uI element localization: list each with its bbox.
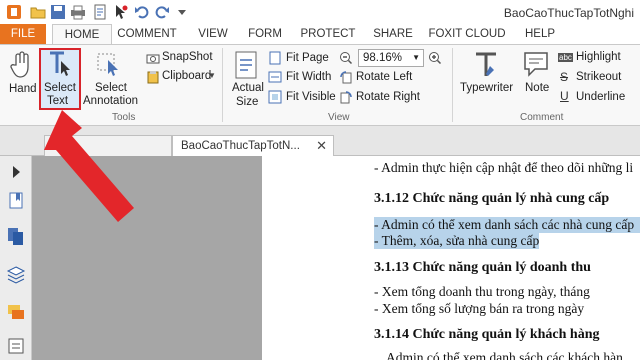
tools-group-label: Tools xyxy=(112,112,136,123)
new-doc-icon[interactable] xyxy=(92,4,108,20)
page-text-line: Admin có thể xem danh sách các khách hàn xyxy=(386,350,623,360)
ribbon-separator xyxy=(222,48,223,122)
note-label: Note xyxy=(525,82,550,94)
zoom-dropdown-icon: ▼ xyxy=(412,53,420,62)
ribbon-tabs: FILE HOME COMMENT VIEW FORM PROTECT SHAR… xyxy=(0,24,640,45)
document-tabs: Star BaoCaoThucTapTotN... ✕ xyxy=(0,126,640,156)
fit-width-icon xyxy=(268,71,282,83)
cursor-icon[interactable] xyxy=(112,4,128,20)
select-text-label-2: Text xyxy=(47,95,69,107)
tab-document[interactable]: BaoCaoThucTapTotN... ✕ xyxy=(172,135,334,156)
tab-help[interactable]: HELP xyxy=(520,24,560,44)
note-icon xyxy=(524,52,548,77)
select-text-label-1: Select xyxy=(44,82,76,94)
section-heading: 3.1.14 Chức năng quản lý khách hàng xyxy=(374,327,600,342)
bookmark-icon[interactable] xyxy=(6,190,26,210)
app-logo-icon xyxy=(7,5,21,19)
print-icon[interactable] xyxy=(70,4,86,20)
tab-home[interactable]: HOME xyxy=(52,24,112,45)
page-workspace[interactable] xyxy=(32,156,262,360)
document-page[interactable]: - Admin thực hiện cập nhật để theo dõi n… xyxy=(262,156,640,360)
underline-icon: U xyxy=(560,89,569,103)
undo-icon[interactable] xyxy=(134,4,150,20)
fit-width-label: Fit Width xyxy=(286,71,332,83)
open-folder-icon[interactable] xyxy=(30,4,46,20)
save-icon[interactable] xyxy=(50,4,66,20)
select-annotation-label-1: Select xyxy=(95,82,127,94)
ribbon-separator xyxy=(452,48,453,122)
layers-icon[interactable] xyxy=(6,264,26,284)
typewriter-icon xyxy=(476,52,496,76)
window-title: BaoCaoThucTapTotNghi xyxy=(503,6,634,20)
snapshot-label: SnapShot xyxy=(162,51,213,63)
clipboard-label: Clipboard xyxy=(162,70,212,82)
comments-icon[interactable] xyxy=(6,302,26,322)
view-group-label: View xyxy=(328,112,350,123)
dropdown-icon[interactable] xyxy=(174,4,190,20)
underline-label: Underline xyxy=(576,91,626,103)
select-annotation-label-2: Annotation xyxy=(83,95,138,107)
camera-icon xyxy=(146,54,160,64)
clipboard-icon xyxy=(147,71,159,84)
actual-size-label-1: Actual xyxy=(232,82,264,94)
tab-view[interactable]: VIEW xyxy=(190,24,236,44)
fit-visible-icon xyxy=(268,90,282,104)
highlight-icon: abc xyxy=(558,53,573,62)
close-icon[interactable]: ✕ xyxy=(316,136,327,156)
page-text-line: - Xem tổng số lượng bán ra trong ngày xyxy=(374,301,585,316)
rotate-left-label: Rotate Left xyxy=(356,71,413,83)
actual-size-icon xyxy=(235,51,257,79)
tab-protect[interactable]: PROTECT xyxy=(298,24,358,44)
tab-file[interactable]: FILE xyxy=(0,24,46,44)
redo-icon[interactable] xyxy=(154,4,170,20)
hand-icon xyxy=(10,51,29,78)
selected-text-line: - Admin có thể xem danh sách các nhà cun… xyxy=(374,217,640,233)
section-heading: 3.1.13 Chức năng quản lý doanh thu xyxy=(374,260,591,275)
tab-foxit-cloud[interactable]: FOXIT CLOUD xyxy=(428,24,506,44)
strikeout-icon: S xyxy=(560,70,569,84)
section-heading: 3.1.12 Chức năng quản lý nhà cung cấp xyxy=(374,191,610,206)
tab-form[interactable]: FORM xyxy=(242,24,288,44)
clipboard-dropdown-icon: ▼ xyxy=(208,71,216,80)
tab-share[interactable]: SHARE xyxy=(368,24,418,44)
fit-page-icon xyxy=(269,51,281,65)
comment-group-label: Comment xyxy=(520,112,564,123)
zoom-out-icon xyxy=(340,52,353,65)
select-annotation-icon xyxy=(97,53,118,76)
rotate-left-icon xyxy=(340,71,352,84)
highlight-label: Highlight xyxy=(576,51,621,63)
zoom-select[interactable]: 98.16% ▼ xyxy=(358,49,424,67)
page-text-line: - Xem tổng doanh thu trong ngày, tháng xyxy=(374,284,590,299)
selected-text-line: - Thêm, xóa, sửa nhà cung cấp xyxy=(374,233,540,249)
navigation-sidebar xyxy=(0,156,32,360)
page-text-line: - Admin thực hiện cập nhật để theo dõi n… xyxy=(374,160,634,175)
fit-visible-label: Fit Visible xyxy=(286,91,336,103)
zoom-value: 98.16% xyxy=(363,52,403,64)
rotate-right-label: Rotate Right xyxy=(356,91,420,103)
attachments-icon[interactable] xyxy=(6,336,26,356)
tab-start[interactable]: Star xyxy=(44,135,172,156)
fit-page-label: Fit Page xyxy=(286,52,329,64)
rotate-right-icon xyxy=(340,91,352,104)
title-bar: BaoCaoThucTapTotNghi xyxy=(0,0,640,26)
pages-icon[interactable] xyxy=(6,226,26,246)
strikeout-label: Strikeout xyxy=(576,71,622,83)
typewriter-label: Typewriter xyxy=(460,82,514,94)
zoom-in-icon xyxy=(429,52,442,65)
actual-size-label-2: Size xyxy=(236,96,259,108)
tab-comment[interactable]: COMMENT xyxy=(114,24,180,44)
select-text-icon xyxy=(50,51,70,76)
expand-panel-icon[interactable] xyxy=(6,162,26,182)
